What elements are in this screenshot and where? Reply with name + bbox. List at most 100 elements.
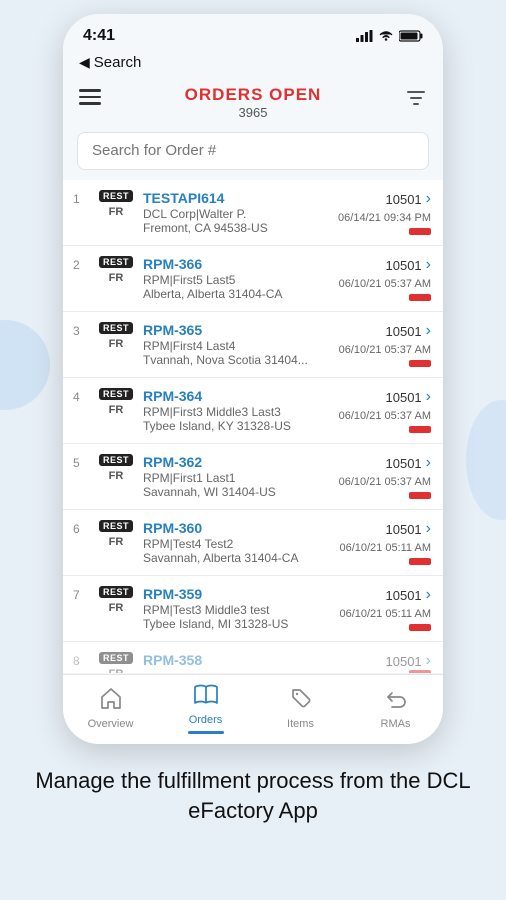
app-description: Manage the fulfillment process from the …	[0, 744, 506, 828]
chevron-right-icon: ›	[426, 586, 431, 604]
order-badge-col: REST FR	[97, 322, 135, 367]
rest-badge: REST	[99, 454, 133, 466]
rest-badge: REST	[99, 652, 133, 664]
order-main: RPM-360 RPM|Test4 Test2 Savannah, Albert…	[143, 520, 331, 565]
chevron-right-icon: ›	[426, 454, 431, 472]
order-item[interactable]: 5 REST FR RPM-362 RPM|First1 Last1 Savan…	[63, 444, 443, 510]
nav-item-orders[interactable]: Orders	[158, 683, 253, 734]
phone-wrapper: 4:41	[0, 0, 506, 900]
back-arrow-icon: ◀	[79, 54, 90, 71]
order-id: 10501	[386, 390, 422, 405]
order-main: RPM-358	[143, 652, 333, 663]
status-bar-red	[409, 426, 431, 433]
order-badge-col: REST FR	[97, 454, 135, 499]
order-addr: Savannah, WI 31404-US	[143, 485, 331, 499]
order-date: 06/10/21 05:11 AM	[339, 542, 431, 554]
order-item[interactable]: 7 REST FR RPM-359 RPM|Test3 Middle3 test…	[63, 576, 443, 642]
order-main: RPM-366 RPM|First5 Last5 Alberta, Albert…	[143, 256, 331, 301]
filter-button[interactable]	[405, 85, 427, 114]
order-item[interactable]: 8 REST FR RPM-358 10501 ›	[63, 642, 443, 674]
header-center: ORDERS OPEN 3965	[185, 85, 322, 120]
order-right: 10501 › 06/10/21 05:37 AM	[339, 388, 431, 433]
order-number: 8	[73, 652, 89, 663]
order-name: RPM-360	[143, 520, 331, 536]
order-date: 06/10/21 05:37 AM	[339, 476, 431, 488]
nav-item-overview[interactable]: Overview	[63, 687, 158, 730]
order-main: RPM-359 RPM|Test3 Middle3 test Tybee Isl…	[143, 586, 331, 631]
order-number: 1	[73, 190, 89, 235]
back-nav[interactable]: ◀ Search	[63, 52, 443, 77]
order-main: TESTAPI614 DCL Corp|Walter P. Fremont, C…	[143, 190, 330, 235]
order-sub: DCL Corp|Walter P.	[143, 207, 330, 221]
order-item[interactable]: 2 REST FR RPM-366 RPM|First5 Last5 Alber…	[63, 246, 443, 312]
bottom-nav: Overview Orders Items RMAs	[63, 674, 443, 744]
order-status-row	[409, 360, 431, 367]
search-input-wrap[interactable]	[77, 132, 429, 170]
order-right: 10501 ›	[341, 652, 431, 663]
order-sub: RPM|First3 Middle3 Last3	[143, 405, 331, 419]
order-date: 06/14/21 09:34 PM	[338, 212, 431, 224]
phone-screen: 4:41	[63, 14, 443, 744]
wifi-icon	[378, 30, 394, 42]
overview-icon	[99, 687, 123, 709]
deco-circle-right	[466, 400, 506, 520]
rest-badge: REST	[99, 520, 133, 532]
order-item[interactable]: 6 REST FR RPM-360 RPM|Test4 Test2 Savann…	[63, 510, 443, 576]
order-name: RPM-359	[143, 586, 331, 602]
order-status-row	[409, 294, 431, 301]
nav-item-items[interactable]: Items	[253, 687, 348, 730]
top-header: ORDERS OPEN 3965	[63, 77, 443, 128]
status-time: 4:41	[83, 27, 115, 45]
signal-icon	[356, 30, 373, 42]
chevron-right-icon: ›	[426, 256, 431, 274]
status-bar: 4:41	[63, 14, 443, 52]
order-addr: Savannah, Alberta 31404-CA	[143, 551, 331, 565]
fr-label: FR	[109, 470, 124, 482]
order-addr: Tybee Island, MI 31328-US	[143, 617, 331, 631]
order-name: RPM-365	[143, 322, 331, 338]
order-item[interactable]: 4 REST FR RPM-364 RPM|First3 Middle3 Las…	[63, 378, 443, 444]
order-name: RPM-358	[143, 652, 333, 668]
order-status-row	[409, 624, 431, 631]
status-icons	[356, 30, 423, 42]
order-right: 10501 › 06/10/21 05:11 AM	[339, 586, 431, 631]
order-item[interactable]: 1 REST FR TESTAPI614 DCL Corp|Walter P. …	[63, 180, 443, 246]
order-badge-col: REST FR	[97, 190, 135, 235]
order-main: RPM-365 RPM|First4 Last4 Tvannah, Nova S…	[143, 322, 331, 367]
fr-label: FR	[109, 536, 124, 548]
order-number: 3	[73, 322, 89, 367]
deco-circle-left	[0, 320, 50, 410]
fr-label: FR	[109, 668, 124, 674]
chevron-right-icon: ›	[426, 322, 431, 340]
order-addr: Alberta, Alberta 31404-CA	[143, 287, 331, 301]
order-badge-col: REST FR	[97, 388, 135, 433]
order-badge-col: REST FR	[97, 520, 135, 565]
order-main: RPM-362 RPM|First1 Last1 Savannah, WI 31…	[143, 454, 331, 499]
fr-label: FR	[109, 206, 124, 218]
search-input[interactable]	[92, 142, 414, 159]
order-sub: RPM|First5 Last5	[143, 273, 331, 287]
battery-icon	[399, 30, 423, 42]
rest-badge: REST	[99, 388, 133, 400]
hamburger-menu[interactable]	[79, 85, 101, 105]
order-name: TESTAPI614	[143, 190, 330, 206]
order-number: 4	[73, 388, 89, 433]
nav-item-rmas[interactable]: RMAs	[348, 687, 443, 730]
status-bar-red	[409, 294, 431, 301]
chevron-right-icon: ›	[426, 388, 431, 406]
order-main: RPM-364 RPM|First3 Middle3 Last3 Tybee I…	[143, 388, 331, 433]
order-status-row	[409, 558, 431, 565]
rest-badge: REST	[99, 190, 133, 202]
order-right: 10501 › 06/14/21 09:34 PM	[338, 190, 431, 235]
order-addr: Fremont, CA 94538-US	[143, 221, 330, 235]
chevron-right-icon: ›	[426, 520, 431, 538]
fr-label: FR	[109, 404, 124, 416]
order-addr: Tvannah, Nova Scotia 31404...	[143, 353, 331, 367]
order-number: 7	[73, 586, 89, 631]
order-item[interactable]: 3 REST FR RPM-365 RPM|First4 Last4 Tvann…	[63, 312, 443, 378]
status-bar-red	[409, 624, 431, 631]
order-id: 10501	[386, 522, 422, 537]
order-date: 06/10/21 05:37 AM	[339, 410, 431, 422]
search-bar	[63, 128, 443, 180]
order-status-row	[409, 670, 431, 674]
